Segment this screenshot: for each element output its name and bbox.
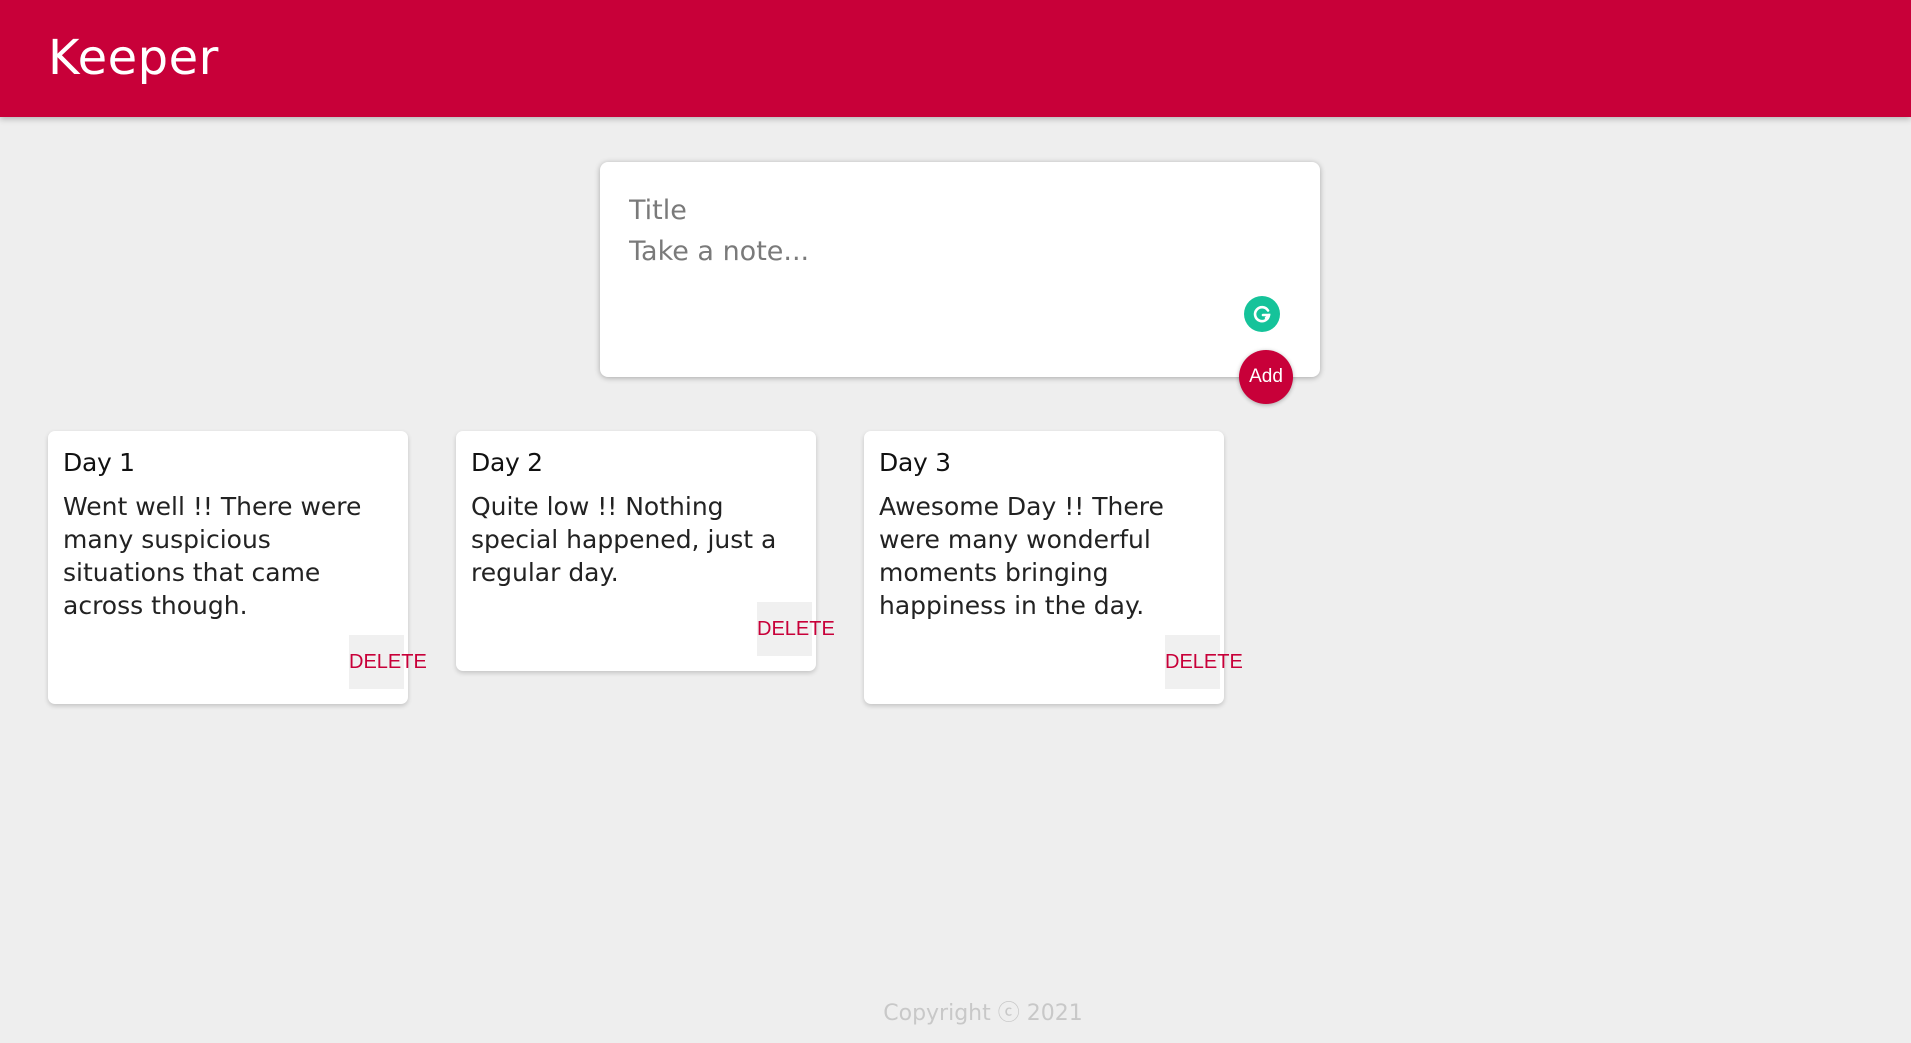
app: Keeper Add Day 1 Went well !! There were… [0,0,1911,1043]
footer: Copyright ⓒ 2021 [0,995,1911,1027]
add-note-button[interactable]: Add [1239,350,1293,404]
copyright-text: Copyright ⓒ 2021 [883,1001,1083,1026]
note-content: Awesome Day !! There were many wonderful… [879,492,1172,620]
note-content-input[interactable] [629,236,1269,346]
note-title: Day 2 [471,448,543,477]
grammarly-icon[interactable] [1244,296,1280,332]
create-note-form [600,162,1320,377]
note-title: Day 1 [63,448,135,477]
note-content: Went well !! There were many suspicious … [63,492,370,620]
note-title-input[interactable] [629,190,1269,230]
note-card-day-2: Day 2 Quite low !! Nothing special happe… [456,431,835,671]
delete-note-button[interactable]: DELETE [1165,635,1243,689]
note-card-day-3: Day 3 Awesome Day !! There were many won… [864,431,1243,704]
note-content: Quite low !! Nothing special happened, j… [471,492,785,587]
app-header: Keeper [0,0,1911,117]
delete-note-button[interactable]: DELETE [757,602,835,656]
note-card-day-1: Day 1 Went well !! There were many suspi… [48,431,427,704]
note-title: Day 3 [879,448,951,477]
brand-title: Keeper [48,30,219,86]
delete-note-button[interactable]: DELETE [349,635,427,689]
grammarly-glyph-icon [1253,305,1271,323]
